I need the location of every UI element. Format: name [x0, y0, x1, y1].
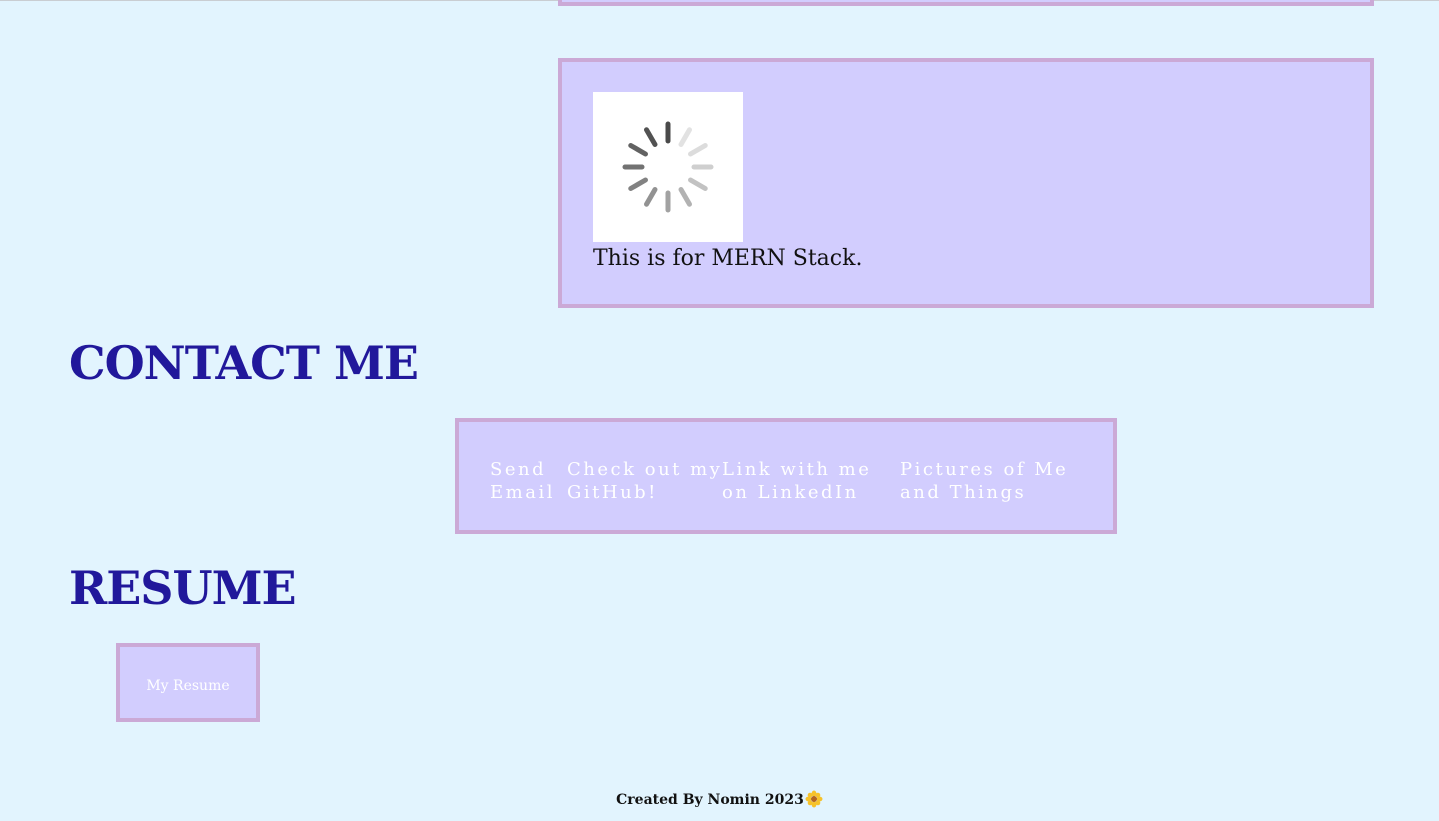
my-resume-button[interactable]: My Resume	[116, 643, 260, 722]
spinner-spoke	[678, 127, 692, 147]
spinner-spoke	[688, 177, 708, 191]
resume-title: RESUME	[69, 561, 297, 615]
contact-title: CONTACT ME	[69, 336, 419, 390]
spinner-spoke	[644, 187, 658, 207]
pictures-link[interactable]: Pictures of Me and Things	[900, 458, 1085, 504]
spinner-spoke	[644, 127, 658, 147]
send-email-link[interactable]: Send Email	[490, 458, 560, 504]
sunflower-icon	[805, 790, 823, 812]
footer: Created By Nomin 2023	[0, 790, 1439, 812]
spinner-spoke	[678, 187, 692, 207]
footer-text: Created By Nomin 2023	[616, 792, 804, 808]
spinner-spoke	[628, 143, 648, 157]
linkedin-link[interactable]: Link with me on LinkedIn	[722, 458, 892, 504]
project-card-previous	[558, 0, 1374, 6]
project-card: This is for MERN Stack.	[558, 58, 1374, 308]
github-link[interactable]: Check out my GitHub!	[567, 458, 727, 504]
spinner-spoke	[688, 143, 708, 157]
loading-spinner-icon	[622, 121, 714, 213]
contact-links-bar: Send Email Check out my GitHub! Link wit…	[455, 418, 1117, 534]
spinner-spoke	[628, 177, 648, 191]
project-image	[593, 92, 743, 242]
project-description: This is for MERN Stack.	[593, 246, 863, 271]
